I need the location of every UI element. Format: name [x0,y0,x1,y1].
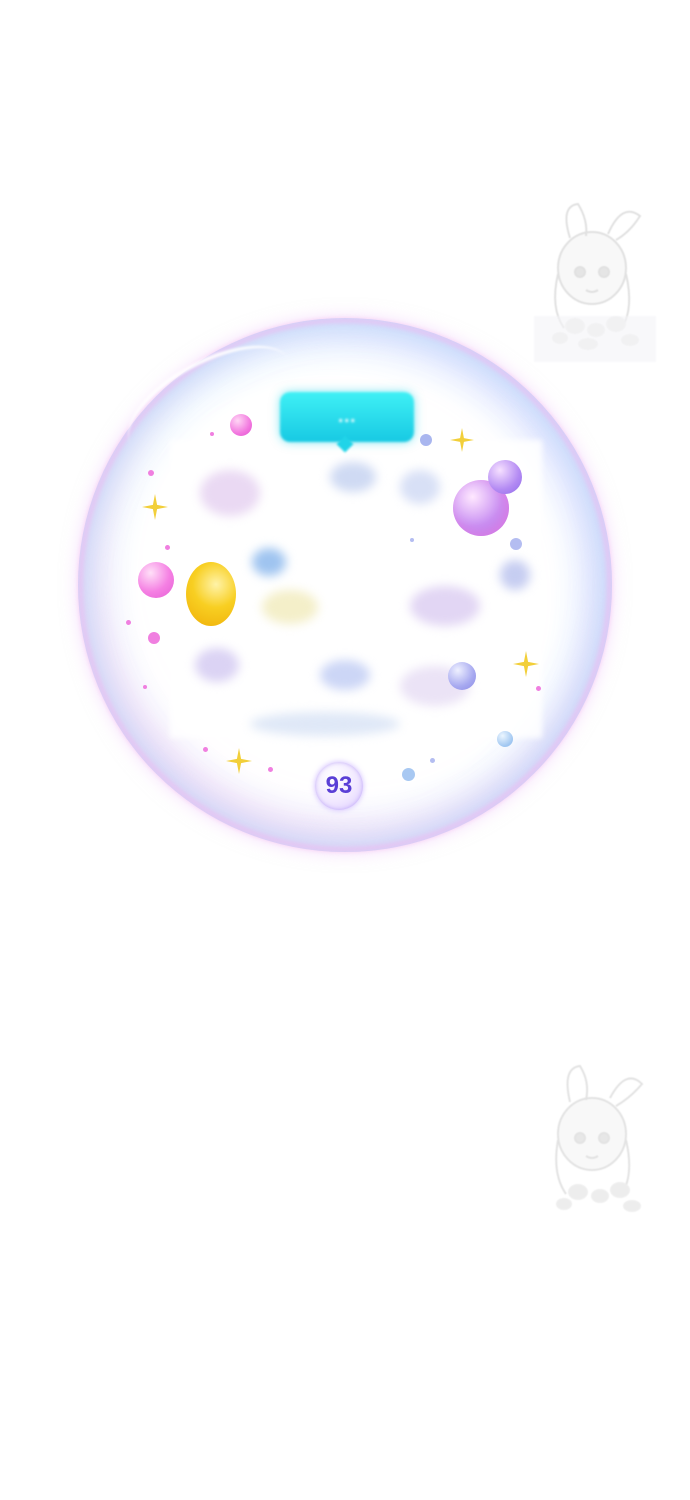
chapter-title-pill: … [280,392,414,442]
sparkle-icon [142,494,168,520]
sparkle-dot [203,747,208,752]
pink-bubble-icon [148,632,160,644]
sparkle-dot [210,432,214,436]
mascot-watermark-icon [555,1064,644,1212]
blue-bubble-icon [497,731,513,747]
blue-bubble-icon [510,538,522,550]
sparkle-icon [513,651,539,677]
sparkle-dot [268,767,273,772]
blurred-art [330,462,376,492]
pink-bubble-icon [138,562,174,598]
sparkle-icon [226,748,252,774]
blurred-art [410,586,480,626]
lavender-bubble-icon [448,662,476,690]
sparkle-dot [536,686,541,691]
sparkle-dot [165,545,170,550]
blurred-art [320,660,370,690]
sparkle-dot [148,470,154,476]
sparkle-dot [126,620,131,625]
comic-page: … 93 [0,0,690,1500]
sparkle-dot [143,685,147,689]
page-number-badge: 93 [315,762,363,810]
blurred-art [200,470,260,516]
sparkle-dot [430,758,435,763]
blurred-art [252,548,286,576]
blurred-art [500,560,530,590]
blue-bubble-icon [402,768,415,781]
blurred-art [262,590,318,624]
blue-bubble-icon [420,434,432,446]
mascot-watermark-icon [534,202,656,362]
blurred-art [195,648,239,682]
purple-bubble-icon [488,460,522,494]
blurred-art [400,470,440,504]
pink-bubble-icon [230,414,252,436]
yellow-gem-icon [186,562,236,626]
blurred-art [250,712,400,736]
sparkle-icon [450,428,474,452]
sparkle-dot [410,538,414,542]
